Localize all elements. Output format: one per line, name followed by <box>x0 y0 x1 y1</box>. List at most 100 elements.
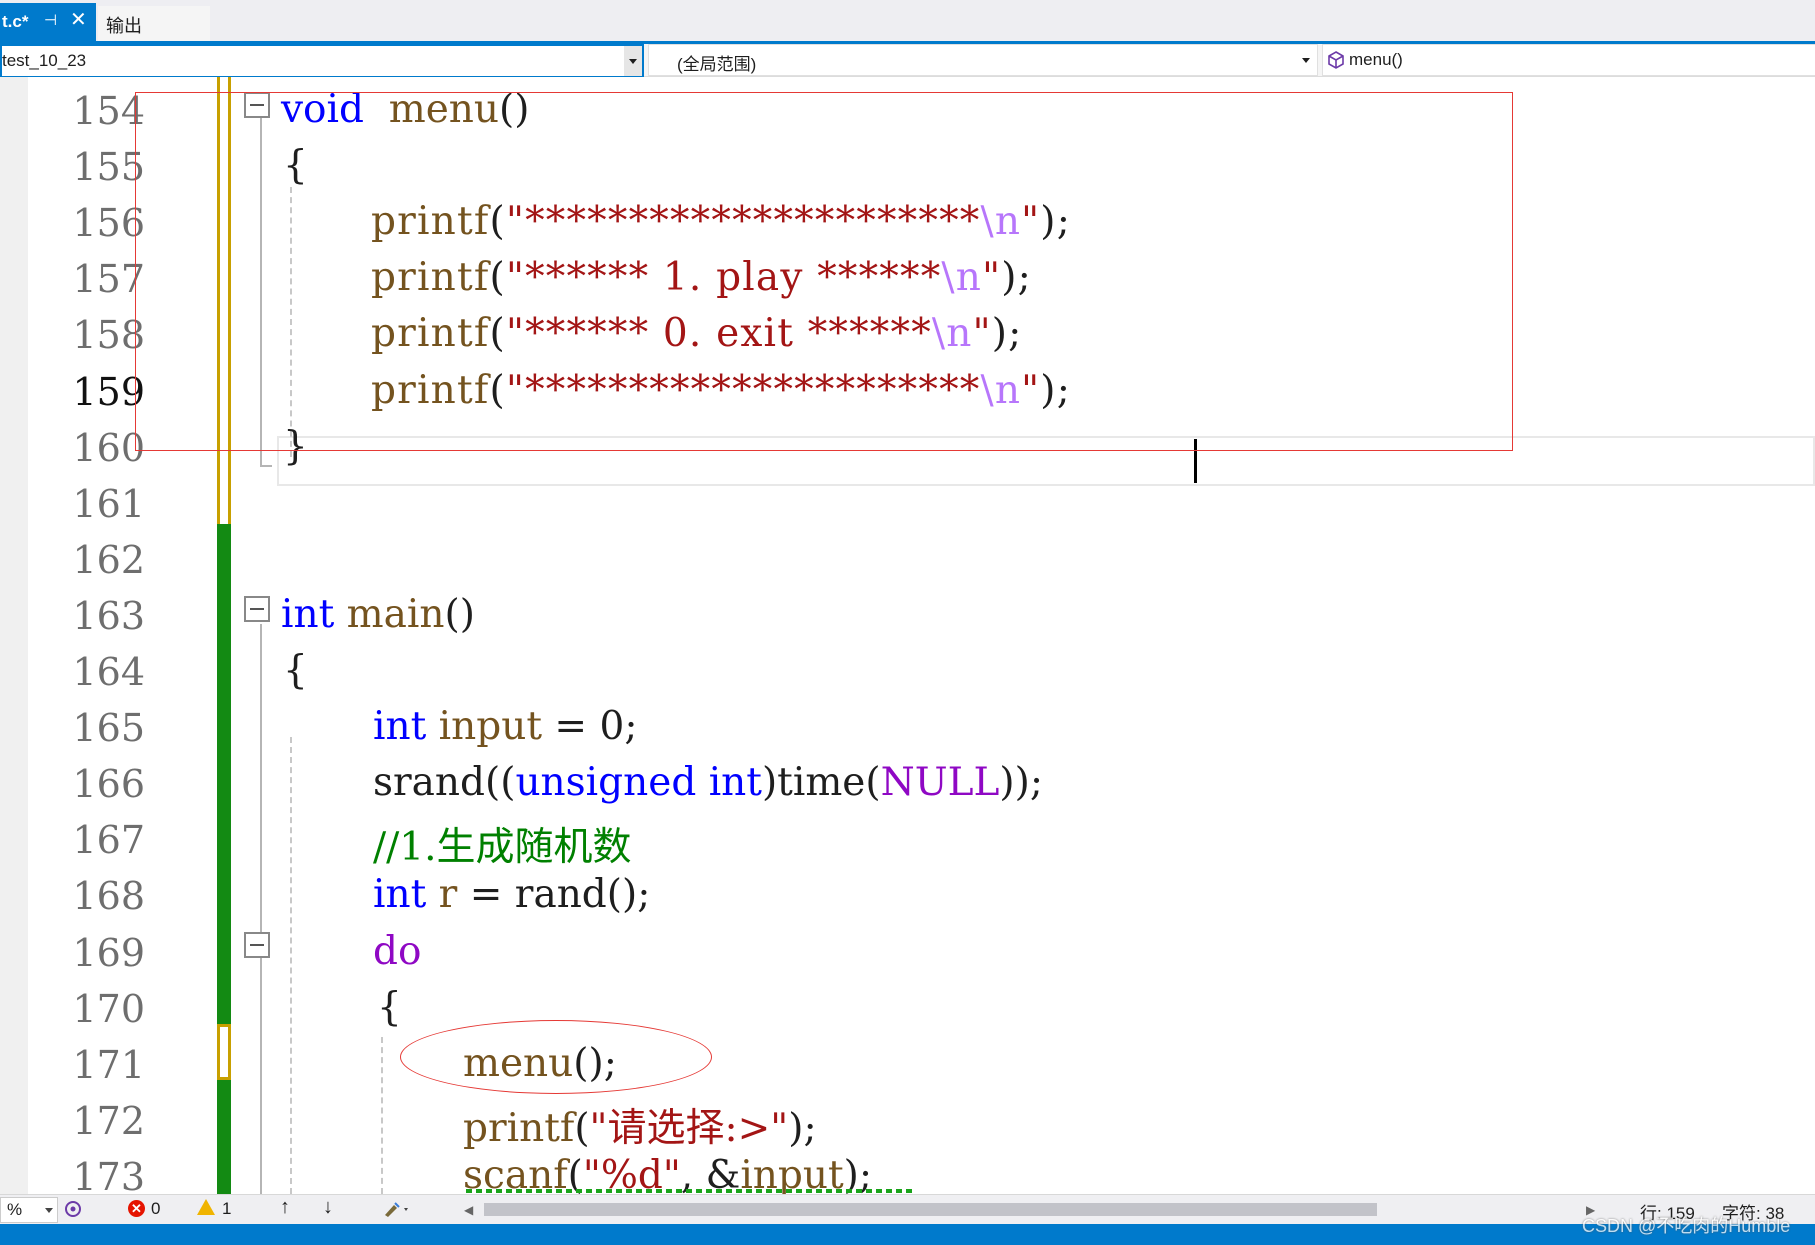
project-dropdown[interactable]: test_10_23 <box>0 44 644 78</box>
code-token: do <box>373 928 422 974</box>
code-token: r <box>438 872 458 918</box>
line-number: 172 <box>72 1098 145 1143</box>
code-line[interactable]: 165 int input = 0; <box>0 700 1815 756</box>
code-line[interactable]: 170 { <box>0 981 1815 1037</box>
tab-label: 输出 <box>106 16 142 36</box>
annotation-rectangle <box>135 92 1513 451</box>
code-token: srand(( <box>373 760 516 806</box>
code-token: scanf <box>463 1152 568 1194</box>
intellicode-icon[interactable] <box>63 1199 83 1219</box>
code-line[interactable]: 166 srand((unsigned int)time(NULL)); <box>0 756 1815 812</box>
code-token: //1.生成随机数 <box>373 825 632 871</box>
code-token: int <box>373 704 427 750</box>
code-token: ); <box>843 1152 873 1194</box>
code-editor[interactable]: 154 void menu() 155{156 printf("***********… <box>0 77 1815 1194</box>
error-icon[interactable]: ✕ <box>128 1200 145 1217</box>
code-token: )); <box>999 760 1043 806</box>
arrow-up-icon[interactable]: ↑ <box>280 1196 290 1219</box>
line-number: 160 <box>72 425 145 470</box>
code-line[interactable]: 171 menu(); <box>0 1037 1815 1093</box>
zoom-dropdown[interactable]: % <box>0 1197 58 1223</box>
annotation-ellipse <box>400 1020 712 1094</box>
line-number: 168 <box>72 874 145 919</box>
code-line[interactable]: 161 <box>0 476 1815 532</box>
code-token: { <box>283 648 308 693</box>
watermark: CSDN @不吃肉的Humble <box>1582 1216 1791 1236</box>
code-text: { <box>283 648 308 693</box>
code-token: "%d" <box>582 1152 681 1194</box>
warning-squiggle <box>466 1189 914 1193</box>
code-text: srand((unsigned int)time(NULL)); <box>373 760 1043 805</box>
code-line[interactable]: 164 { <box>0 644 1815 700</box>
document-tab-bar: t.c* ⊣ ✕ 输出 <box>0 0 1815 41</box>
code-token: ); <box>788 1105 817 1151</box>
arrow-down-icon[interactable]: ↓ <box>323 1196 333 1219</box>
chevron-down-icon <box>45 1208 53 1213</box>
member-dropdown[interactable]: menu() <box>1322 44 1815 76</box>
line-number: 169 <box>72 930 145 975</box>
code-token: () <box>444 591 475 637</box>
line-number: 157 <box>72 257 145 302</box>
code-token: , & <box>680 1152 741 1194</box>
line-number: 167 <box>72 818 145 863</box>
scroll-left-icon[interactable]: ◀ <box>464 1203 473 1217</box>
editor-status-bar: % ✕ 0 1 ↑ ↓ ◀ ▶ 行: 159 字符: 38 <box>0 1194 1815 1224</box>
code-line[interactable]: 167 //1.生成随机数 <box>0 812 1815 870</box>
code-token: int <box>373 872 427 918</box>
code-token: = 0; <box>542 704 638 750</box>
code-token: input <box>438 704 543 750</box>
line-number: 166 <box>72 762 145 807</box>
code-token: { <box>377 984 402 1030</box>
line-number: 162 <box>72 537 145 582</box>
line-number: 163 <box>72 593 145 638</box>
code-line[interactable]: 173 scanf("%d", &input); <box>0 1149 1815 1194</box>
tab-output[interactable]: 输出 <box>98 6 210 41</box>
code-line[interactable]: 169 do <box>0 925 1815 981</box>
code-token: input <box>740 1152 844 1194</box>
line-number: 159 <box>72 369 145 414</box>
code-token: ( <box>574 1105 590 1151</box>
code-token: = rand(); <box>457 872 651 918</box>
warning-count[interactable]: 1 <box>222 1199 231 1219</box>
pin-icon[interactable]: ⊣ <box>44 11 57 29</box>
line-number: 171 <box>72 1042 145 1087</box>
code-text: int r = rand(); <box>373 872 650 917</box>
close-icon[interactable]: ✕ <box>70 10 87 30</box>
chevron-down-icon <box>1297 45 1315 75</box>
member-name: menu() <box>1349 50 1403 69</box>
cube-icon <box>1328 51 1344 69</box>
code-line[interactable]: 163 int main() <box>0 588 1815 644</box>
code-text: scanf("%d", &input); <box>463 1153 872 1194</box>
error-count[interactable]: 0 <box>151 1199 160 1219</box>
code-token: main <box>346 591 445 637</box>
navigation-bar: test_10_23 (全局范围) menu() <box>0 44 1815 78</box>
scope-dropdown[interactable]: (全局范围) <box>648 44 1318 76</box>
chevron-down-icon <box>624 46 642 76</box>
code-token: "请选择:>" <box>589 1105 789 1151</box>
project-dropdown-arrow[interactable] <box>624 46 642 76</box>
horizontal-scrollbar[interactable] <box>484 1203 1377 1216</box>
line-number: 154 <box>72 89 145 133</box>
code-token: int <box>708 760 762 806</box>
line-number: 170 <box>72 986 145 1031</box>
tab-label: t.c* <box>2 12 29 31</box>
line-number: 165 <box>72 706 145 751</box>
code-token: int <box>281 591 335 637</box>
scope-name: (全局范围) <box>677 55 757 74</box>
line-number: 164 <box>72 650 145 694</box>
code-token: unsigned <box>515 760 697 806</box>
line-number: 156 <box>72 201 145 246</box>
code-line[interactable]: 162 <box>0 532 1815 588</box>
tab-test-c[interactable]: t.c* ⊣ ✕ <box>0 3 96 41</box>
code-text: int input = 0; <box>373 704 637 749</box>
code-cleanup-icon[interactable] <box>382 1199 412 1219</box>
zoom-value: % <box>7 1200 23 1219</box>
code-line[interactable]: 172 printf("请选择:>"); <box>0 1093 1815 1151</box>
warning-icon[interactable] <box>197 1199 215 1215</box>
code-token: ( <box>567 1152 583 1194</box>
code-line[interactable]: 168 int r = rand(); <box>0 868 1815 924</box>
code-text: //1.生成随机数 <box>373 816 632 872</box>
code-token: NULL <box>880 760 1000 806</box>
